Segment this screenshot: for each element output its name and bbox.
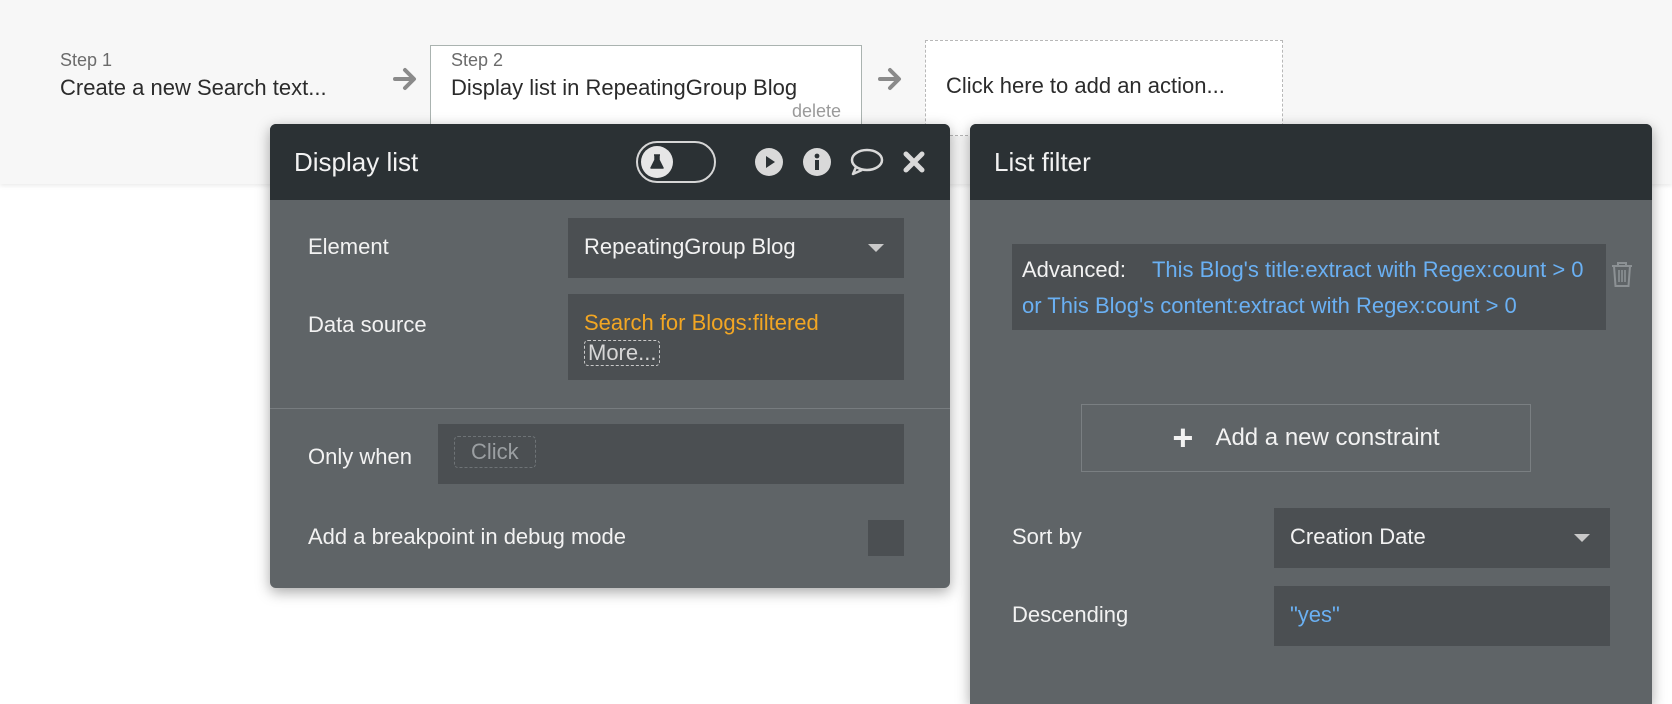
- data-source-label: Data source: [308, 312, 427, 337]
- divider: [270, 408, 950, 409]
- arrow-right-icon: [878, 66, 904, 100]
- descending-label: Descending: [1012, 602, 1129, 627]
- panel-header: List filter: [970, 124, 1652, 200]
- step-label: Step 1: [60, 50, 113, 70]
- test-mode-toggle[interactable]: [636, 141, 716, 183]
- trash-icon[interactable]: [1610, 260, 1634, 293]
- advanced-label: Advanced:: [1022, 257, 1126, 282]
- close-icon[interactable]: [902, 150, 926, 174]
- plus-icon: +: [1172, 417, 1194, 458]
- chevron-down-icon: [1574, 534, 1590, 542]
- sort-by-label: Sort by: [1012, 524, 1082, 549]
- display-list-panel: Display list Element RepeatingGroup Blog…: [270, 124, 950, 588]
- list-filter-panel: List filter Advanced: This Blog's title:e…: [970, 124, 1652, 704]
- more-button[interactable]: More...: [584, 340, 661, 366]
- add-action-button[interactable]: Click here to add an action...: [925, 40, 1283, 136]
- sort-by-dropdown[interactable]: Creation Date: [1274, 508, 1610, 568]
- element-label: Element: [308, 234, 389, 259]
- info-icon[interactable]: [802, 147, 832, 177]
- play-icon[interactable]: [754, 147, 784, 177]
- panel-title: Display list: [294, 146, 419, 177]
- element-value: RepeatingGroup Blog: [584, 234, 796, 259]
- workflow-step-2[interactable]: Step 2 Display list in RepeatingGroup Bl…: [430, 45, 862, 127]
- panel-header: Display list: [270, 124, 950, 200]
- breakpoint-checkbox[interactable]: [868, 520, 904, 556]
- step-label: Step 2: [451, 50, 504, 70]
- only-when-field[interactable]: Click: [438, 424, 904, 484]
- comment-icon[interactable]: [850, 147, 884, 177]
- data-source-field[interactable]: Search for Blogs:filtered More...: [568, 294, 904, 380]
- delete-step-link[interactable]: delete: [792, 101, 841, 122]
- add-constraint-label: Add a new constraint: [1215, 424, 1440, 451]
- advanced-constraint[interactable]: Advanced: This Blog's title:extract with …: [1012, 244, 1606, 330]
- descending-field[interactable]: "yes": [1274, 586, 1610, 646]
- flask-icon: [641, 146, 673, 178]
- step-title: Create a new Search text...: [60, 75, 327, 100]
- workflow-step-1[interactable]: Step 1 Create a new Search text...: [60, 50, 327, 101]
- add-constraint-button[interactable]: + Add a new constraint: [1081, 404, 1531, 472]
- step-title: Display list in RepeatingGroup Blog: [451, 75, 798, 100]
- panel-title: List filter: [994, 146, 1091, 177]
- arrow-right-icon: [393, 66, 419, 100]
- chevron-down-icon: [868, 244, 884, 252]
- descending-value[interactable]: "yes": [1290, 602, 1340, 627]
- sort-by-value: Creation Date: [1290, 524, 1426, 549]
- element-dropdown[interactable]: RepeatingGroup Blog: [568, 218, 904, 278]
- only-when-placeholder[interactable]: Click: [454, 436, 536, 468]
- data-source-expression[interactable]: Search for Blogs:filtered: [584, 310, 904, 336]
- breakpoint-label: Add a breakpoint in debug mode: [308, 524, 627, 549]
- only-when-label: Only when: [308, 444, 412, 469]
